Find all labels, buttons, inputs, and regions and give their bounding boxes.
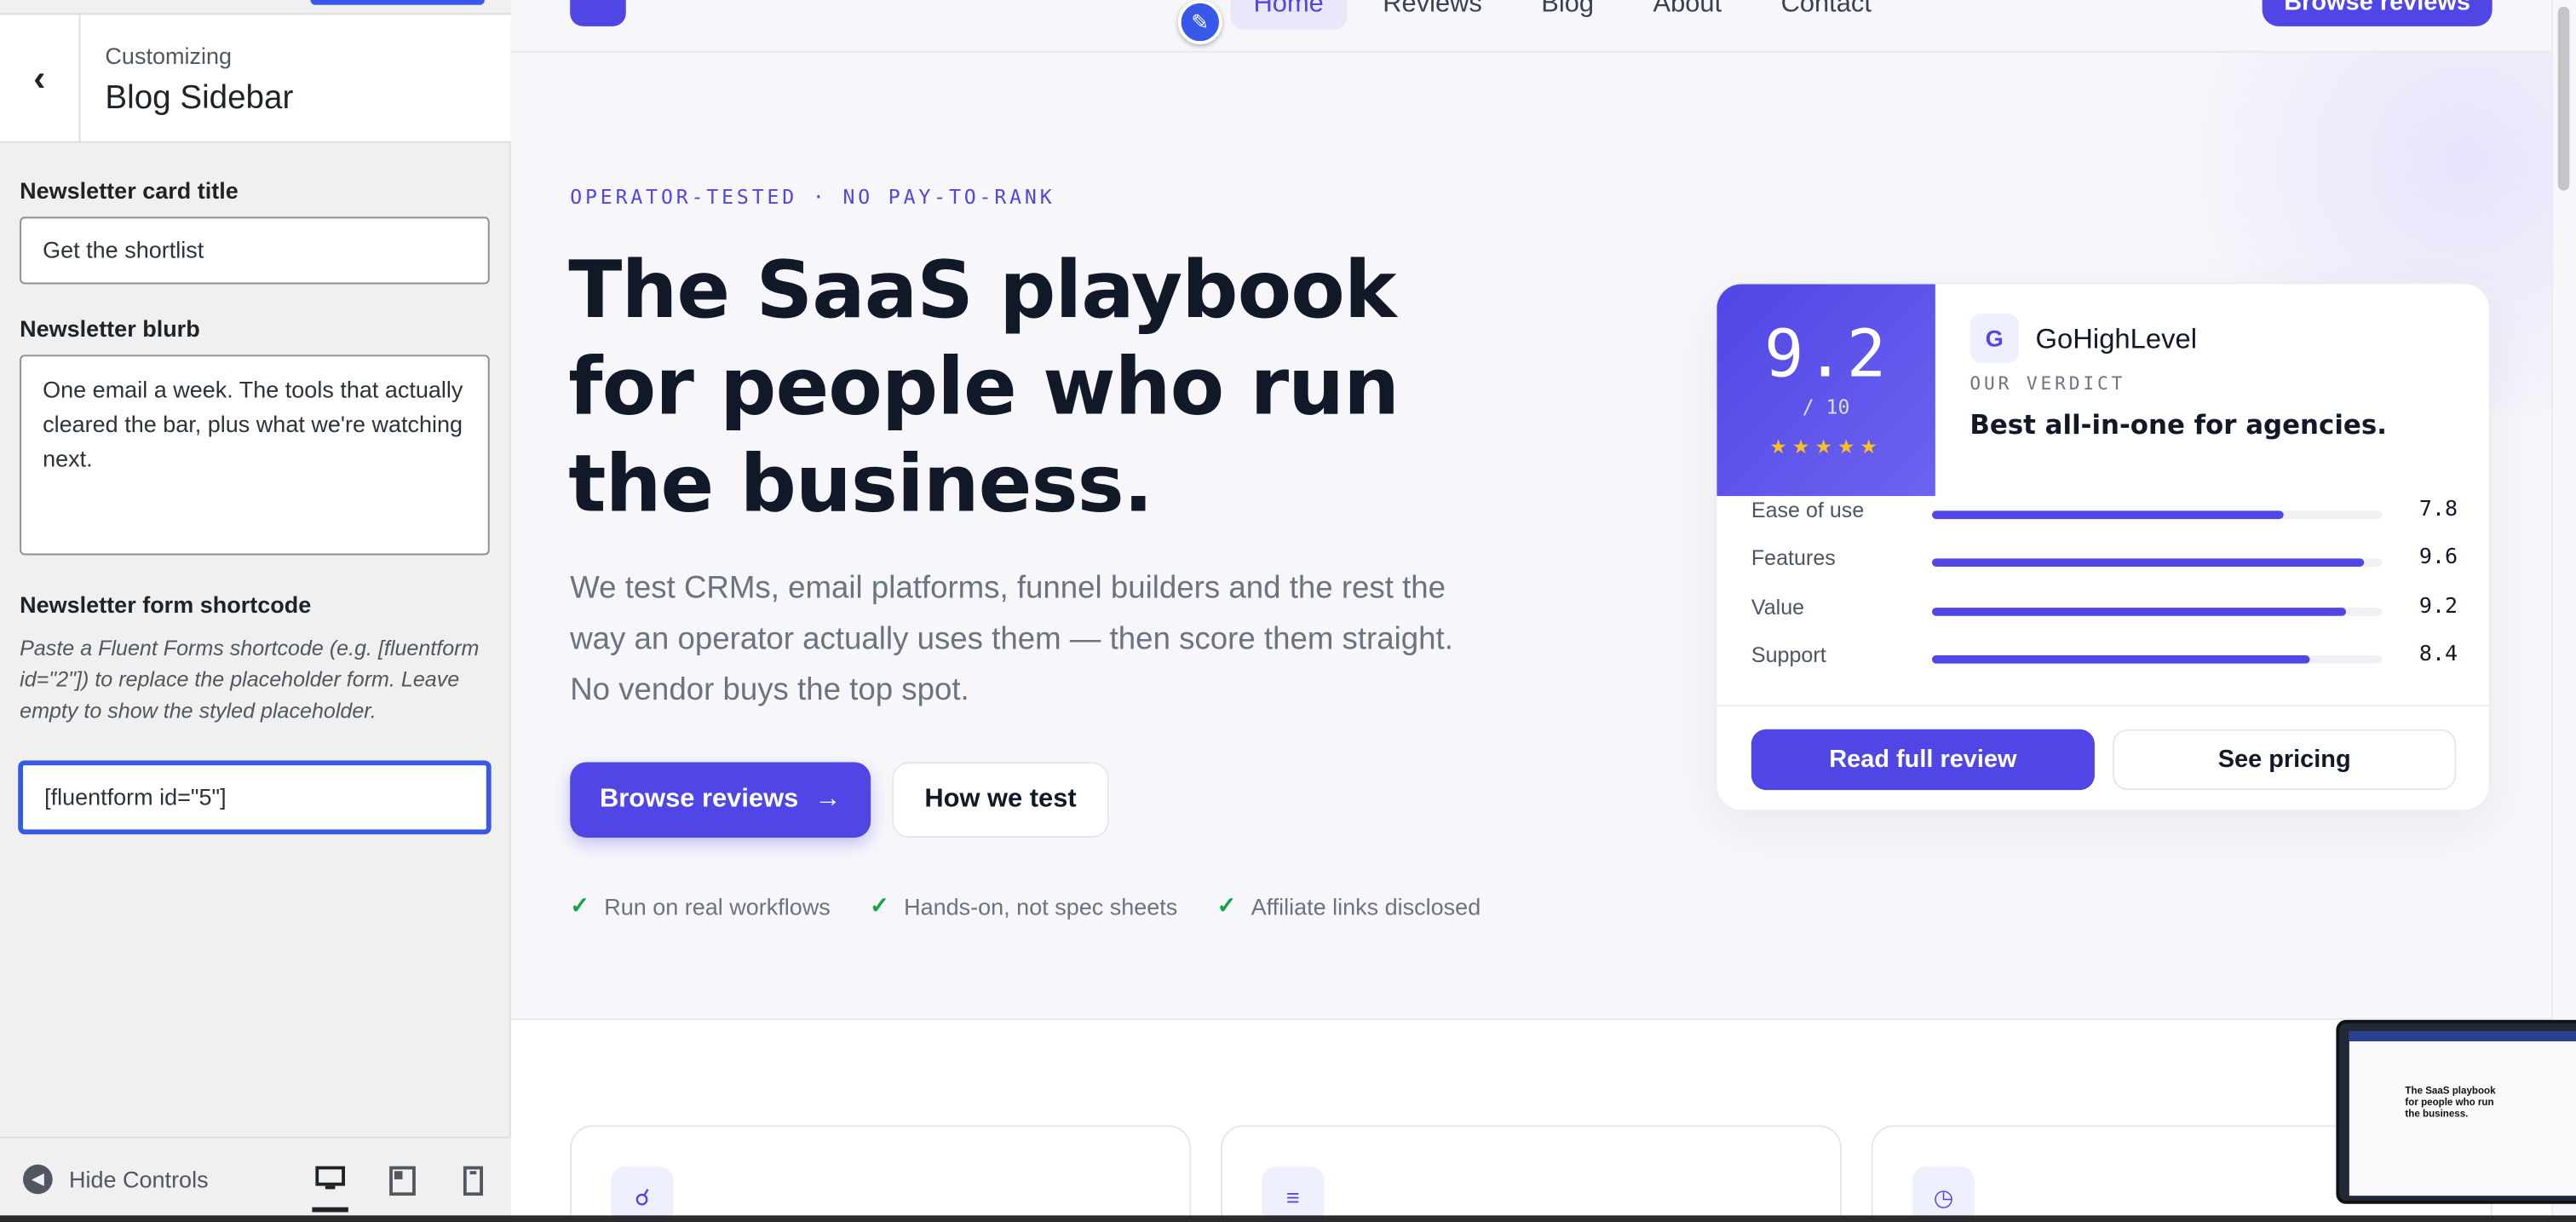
sidebar-footer: ◀ Hide Controls bbox=[0, 1136, 511, 1222]
metric-list: Ease of use 7.8 Features 9.6 Value 9.2 Supp… bbox=[1751, 498, 2458, 690]
thumbnail-preview: The SaaS playbook for people who run the… bbox=[2349, 1031, 2576, 1196]
thumbnail-headline: The SaaS playbook for people who run the… bbox=[2405, 1087, 2496, 1121]
product-badge: G bbox=[1969, 314, 2020, 363]
newsletter-blurb-textarea[interactable]: One email a week. The tools that actuall… bbox=[20, 354, 490, 556]
hide-controls-label: Hide Controls bbox=[69, 1166, 209, 1193]
metric-bar bbox=[1932, 654, 2383, 664]
read-full-review-button[interactable]: Read full review bbox=[1751, 729, 2095, 791]
check-item: ✓ Affiliate links disclosed bbox=[1217, 892, 1481, 920]
metric-value: 9.2 bbox=[2418, 593, 2458, 619]
screenshot-thumbnail[interactable]: The SaaS playbook for people who run the… bbox=[2336, 1019, 2576, 1204]
hide-controls-button[interactable]: ◀ Hide Controls bbox=[23, 1164, 209, 1195]
verdict-label: OUR VERDICT bbox=[1969, 372, 2126, 395]
metric-label: Support bbox=[1751, 642, 1826, 667]
section-header: ‹ Customizing Blog Sidebar bbox=[0, 13, 511, 143]
thumbnail-menubar bbox=[2349, 1031, 2576, 1041]
browse-reviews-label: Browse reviews bbox=[599, 785, 799, 814]
site-header: Home Reviews Blog About Contact Browse r… bbox=[510, 0, 2552, 53]
scrollbar-thumb[interactable] bbox=[2557, 6, 2570, 191]
how-we-test-button[interactable]: How we test bbox=[892, 762, 1109, 838]
header-browse-button[interactable]: Browse reviews bbox=[2262, 0, 2493, 26]
publish-button[interactable] bbox=[310, 0, 485, 5]
tablet-preview-button[interactable] bbox=[384, 1163, 420, 1199]
newsletter-title-input[interactable]: Get the shortlist bbox=[20, 216, 490, 285]
metric-row: Support 8.4 bbox=[1751, 642, 2458, 689]
main-nav: Home Reviews Blog About Contact bbox=[1230, 0, 1895, 30]
chevron-left-icon: ‹ bbox=[33, 57, 46, 99]
tablet-icon bbox=[389, 1166, 416, 1196]
mobile-icon bbox=[463, 1166, 483, 1196]
metric-fill bbox=[1932, 654, 2310, 664]
hero-checks: ✓ Run on real workflows ✓ Hands-on, not sp… bbox=[570, 892, 1481, 920]
customizer-sidebar: ‹ Customizing Blog Sidebar Newsletter ca… bbox=[0, 0, 511, 1222]
section-title: Blog Sidebar bbox=[105, 80, 294, 117]
metric-label: Value bbox=[1751, 593, 1805, 619]
metric-row: Ease of use 7.8 bbox=[1751, 498, 2458, 545]
metric-row: Features 9.6 bbox=[1751, 545, 2458, 593]
desktop-icon bbox=[315, 1166, 345, 1190]
check-item: ✓ Run on real workflows bbox=[570, 892, 831, 920]
newsletter-title-label: Newsletter card title bbox=[20, 177, 239, 204]
newsletter-shortcode-input[interactable]: [fluentform id="5"] bbox=[20, 762, 490, 833]
metric-bar bbox=[1932, 558, 2383, 568]
feature-card: ≡ bbox=[1220, 1125, 1842, 1222]
nav-item-home[interactable]: Home bbox=[1230, 0, 1347, 30]
newsletter-blurb-label: Newsletter blurb bbox=[20, 315, 200, 342]
metric-fill bbox=[1932, 510, 2284, 520]
metric-value: 7.8 bbox=[2418, 498, 2458, 522]
shortcode-description: Paste a Fluent Forms shortcode (e.g. [fl… bbox=[20, 635, 480, 723]
nav-item-contact[interactable]: Contact bbox=[1758, 0, 1895, 30]
score-denominator: / 10 bbox=[1802, 395, 1850, 419]
logo-icon[interactable] bbox=[570, 0, 626, 26]
list-icon: ≡ bbox=[1262, 1166, 1325, 1222]
metric-bar bbox=[1932, 607, 2383, 615]
hero-headline: The SaaS playbook for people who run the… bbox=[568, 245, 1400, 531]
metric-bar bbox=[1932, 510, 2383, 520]
check-label: Run on real workflows bbox=[604, 892, 831, 919]
desktop-preview-button[interactable] bbox=[312, 1163, 348, 1213]
window-bottom-edge bbox=[0, 1215, 2576, 1222]
arrow-right-icon: → bbox=[814, 785, 842, 814]
edit-shortcut-pencil-icon[interactable]: ✎ bbox=[1177, 0, 1222, 45]
newsletter-shortcode-label: Newsletter form shortcode bbox=[20, 591, 312, 618]
check-label: Hands-on, not spec sheets bbox=[904, 892, 1178, 919]
review-card: 9.2 / 10 ★★★★★ G GoHighLevel OUR VERDICT… bbox=[1715, 282, 2491, 812]
product-name: GoHighLevel bbox=[2035, 323, 2198, 355]
browse-reviews-button[interactable]: Browse reviews → bbox=[570, 762, 871, 838]
nav-item-about[interactable]: About bbox=[1630, 0, 1745, 30]
verdict-text: Best all-in-one for agencies. bbox=[1969, 408, 2387, 441]
hero-lead: We test CRMs, email platforms, funnel bu… bbox=[570, 571, 1453, 708]
metric-row: Value 9.2 bbox=[1751, 594, 2458, 642]
shield-check-icon: ☌ bbox=[611, 1166, 674, 1222]
nav-item-reviews[interactable]: Reviews bbox=[1360, 0, 1505, 30]
clock-icon: ◷ bbox=[1912, 1166, 1975, 1222]
mobile-preview-button[interactable] bbox=[455, 1163, 491, 1199]
metric-label: Ease of use bbox=[1751, 498, 1865, 522]
metric-value: 9.6 bbox=[2418, 545, 2458, 571]
metric-fill bbox=[1932, 558, 2365, 568]
check-icon: ✓ bbox=[870, 891, 889, 919]
metric-fill bbox=[1932, 607, 2347, 615]
feature-card: ☌ bbox=[570, 1125, 1192, 1222]
nav-item-blog[interactable]: Blog bbox=[1518, 0, 1617, 30]
score-value: 9.2 bbox=[1764, 316, 1889, 393]
see-pricing-button[interactable]: See pricing bbox=[2113, 729, 2457, 791]
card-divider bbox=[1716, 704, 2489, 706]
check-icon: ✓ bbox=[1216, 891, 1237, 919]
metric-label: Features bbox=[1751, 545, 1836, 571]
hero-eyebrow: OPERATOR-TESTED · NO PAY-TO-RANK bbox=[570, 185, 1055, 209]
back-button[interactable]: ‹ bbox=[0, 14, 81, 143]
star-rating: ★★★★★ bbox=[1769, 435, 1883, 458]
metric-value: 8.4 bbox=[2418, 642, 2458, 667]
score-panel: 9.2 / 10 ★★★★★ bbox=[1716, 284, 1935, 497]
check-label: Affiliate links disclosed bbox=[1251, 892, 1481, 919]
site-preview: Home Reviews Blog About Contact Browse r… bbox=[510, 0, 2552, 1222]
check-icon: ✓ bbox=[570, 891, 589, 919]
check-item: ✓ Hands-on, not spec sheets bbox=[870, 892, 1177, 920]
customizing-label: Customizing bbox=[105, 43, 232, 69]
collapse-icon: ◀ bbox=[23, 1164, 53, 1195]
